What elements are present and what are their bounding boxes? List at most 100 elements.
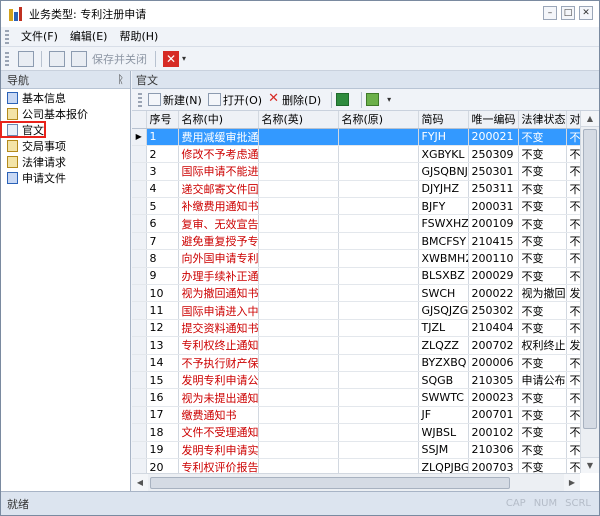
table-row[interactable]: 13专利权终止通知书ZLQZZ200702权利终止发 (132, 337, 580, 354)
table-cell[interactable]: 费用减缓审批通知 (178, 128, 258, 145)
table-cell[interactable] (258, 250, 338, 267)
table-cell[interactable]: 递交邮寄文件回执 (178, 180, 258, 197)
table-cell[interactable]: DJYJHZ (418, 180, 468, 197)
table-cell[interactable]: 补缴费用通知书 (178, 198, 258, 215)
table-cell[interactable]: 3 (146, 163, 178, 180)
column-header[interactable]: 序号 (146, 111, 178, 128)
table-cell[interactable]: 2 (146, 145, 178, 162)
horizontal-scrollbar[interactable]: ◀ ▶ (132, 473, 580, 491)
table-cell[interactable] (338, 267, 418, 284)
table-cell[interactable]: 11 (146, 302, 178, 319)
close-button[interactable]: ✕ (579, 6, 593, 20)
table-cell[interactable]: 200021 (468, 128, 518, 145)
table-cell[interactable]: 不 (566, 128, 580, 145)
table-cell[interactable]: 修改不予考虑通知 (178, 145, 258, 162)
table-row[interactable]: 3国际申请不能进入GJSQBNJ250301不变不 (132, 163, 580, 180)
table-cell[interactable]: 18 (146, 424, 178, 441)
table-cell[interactable]: XGBYKL (418, 145, 468, 162)
table-row[interactable]: 4递交邮寄文件回执DJYJHZ250311不变不 (132, 180, 580, 197)
table-cell[interactable]: 200006 (468, 354, 518, 371)
table-cell[interactable]: 200031 (468, 198, 518, 215)
table-cell[interactable]: 200702 (468, 337, 518, 354)
table-cell[interactable] (338, 441, 418, 458)
close-red-icon[interactable]: ✕ (163, 51, 179, 67)
table-cell[interactable] (338, 285, 418, 302)
table-cell[interactable]: 不变 (518, 441, 566, 458)
table-cell[interactable] (338, 128, 418, 145)
table-cell[interactable]: 不变 (518, 354, 566, 371)
table-cell[interactable]: 250311 (468, 180, 518, 197)
delete-button[interactable]: ✕ 删除(D) (268, 92, 321, 108)
nav-item-basic-info[interactable]: 基本信息 (1, 90, 130, 105)
table-cell[interactable]: 不变 (518, 145, 566, 162)
row-header[interactable] (132, 441, 146, 458)
table-cell[interactable] (338, 145, 418, 162)
row-header[interactable] (132, 145, 146, 162)
table-cell[interactable]: 8 (146, 250, 178, 267)
table-cell[interactable]: 专利权终止通知书 (178, 337, 258, 354)
table-cell[interactable]: 发明专利申请实质 (178, 441, 258, 458)
table-cell[interactable]: 不变 (518, 198, 566, 215)
table-cell[interactable] (258, 424, 338, 441)
table-cell[interactable]: 视为撤回 (518, 285, 566, 302)
row-header[interactable] (132, 389, 146, 406)
table-cell[interactable] (338, 232, 418, 249)
scroll-thumb[interactable] (150, 477, 510, 489)
column-header[interactable]: 名称(原) (338, 111, 418, 128)
scroll-thumb[interactable] (583, 129, 597, 429)
row-header[interactable] (132, 250, 146, 267)
table-cell[interactable]: SWWTC (418, 389, 468, 406)
table-cell[interactable] (258, 406, 338, 423)
table-row[interactable]: 18文件不受理通知书WJBSL200102不变不 (132, 424, 580, 441)
table-cell[interactable]: 17 (146, 406, 178, 423)
table-cell[interactable]: 不变 (518, 163, 566, 180)
table-cell[interactable] (258, 285, 338, 302)
table-cell[interactable]: ZLQZZ (418, 337, 468, 354)
table-row[interactable]: ▶1费用减缓审批通知FYJH200021不变不 (132, 128, 580, 145)
table-cell[interactable]: 6 (146, 215, 178, 232)
table-cell[interactable] (338, 389, 418, 406)
table-row[interactable]: 2修改不予考虑通知XGBYKL250309不变不 (132, 145, 580, 162)
table-cell[interactable] (258, 163, 338, 180)
table-row[interactable]: 8向外国申请专利保XWBMH2200110不变不 (132, 250, 580, 267)
table-cell[interactable]: 不 (566, 389, 580, 406)
table-cell[interactable]: 4 (146, 180, 178, 197)
grip-handle[interactable] (5, 52, 9, 66)
table-cell[interactable]: 200102 (468, 424, 518, 441)
table-cell[interactable]: BMCFSY (418, 232, 468, 249)
row-header[interactable] (132, 232, 146, 249)
current-row-indicator-icon[interactable]: ▶ (132, 128, 146, 145)
row-header[interactable] (132, 337, 146, 354)
table-cell[interactable]: 发 (566, 337, 580, 354)
table-cell[interactable]: 200022 (468, 285, 518, 302)
table-cell[interactable] (338, 319, 418, 336)
row-header[interactable] (132, 267, 146, 284)
table-cell[interactable]: XWBMH2 (418, 250, 468, 267)
row-header[interactable] (132, 406, 146, 423)
table-cell[interactable]: 200109 (468, 215, 518, 232)
table-cell[interactable]: 200023 (468, 389, 518, 406)
table-row[interactable]: 12提交资料通知书TJZL210404不变不 (132, 319, 580, 336)
table-cell[interactable]: GJSQJZG (418, 302, 468, 319)
table-cell[interactable]: 200701 (468, 406, 518, 423)
save-close-button[interactable]: 保存并关闭 (92, 51, 147, 67)
table-cell[interactable] (338, 371, 418, 388)
table-cell[interactable]: 15 (146, 371, 178, 388)
table-row[interactable]: 16视为未提出通知书SWWTC200023不变不 (132, 389, 580, 406)
table-cell[interactable]: 发明专利申请公布 (178, 371, 258, 388)
table-row[interactable]: 5补缴费用通知书BJFY200031不变不 (132, 198, 580, 215)
table-cell[interactable] (338, 354, 418, 371)
table-cell[interactable]: 5 (146, 198, 178, 215)
table-cell[interactable]: 210305 (468, 371, 518, 388)
table-cell[interactable] (258, 302, 338, 319)
column-header[interactable]: 对 (566, 111, 580, 128)
menu-help[interactable]: 帮助(H) (113, 28, 164, 46)
table-cell[interactable]: 不予执行财产保全 (178, 354, 258, 371)
table-cell[interactable]: 文件不受理通知书 (178, 424, 258, 441)
new-button[interactable]: 新建(N) (148, 92, 202, 108)
table-cell[interactable] (258, 180, 338, 197)
table-row[interactable]: 9办理手续补正通知BLSXBZ200029不变不 (132, 267, 580, 284)
table-cell[interactable]: SSJM (418, 441, 468, 458)
table-cell[interactable]: 不 (566, 441, 580, 458)
table-cell[interactable]: 不变 (518, 232, 566, 249)
